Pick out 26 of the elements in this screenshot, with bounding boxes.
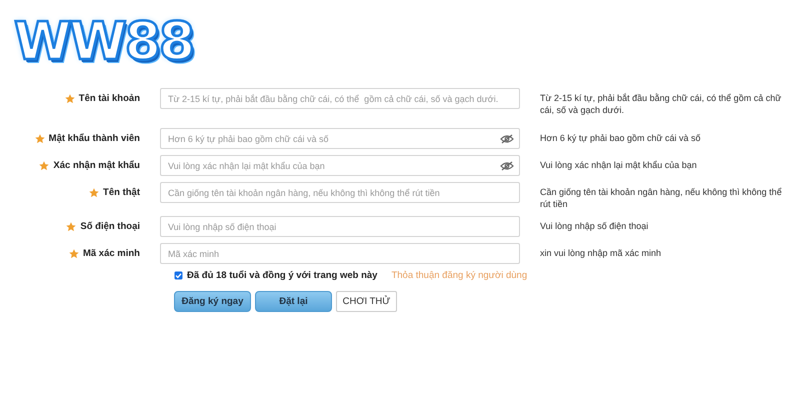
trial-button[interactable]: CHƠI THỬ [336, 291, 397, 312]
input-field[interactable]: Mã xác minh [160, 243, 520, 264]
field-label: Tên thật [103, 187, 140, 198]
password-field[interactable]: Vui lòng xác nhận lại mật khẩu của bạn [160, 155, 520, 176]
input-field[interactable]: Từ 2-15 kí tự, phải bắt đầu bằng chữ cái, có thể gồm cả chữ cái, số và gạch dưới. [160, 88, 520, 109]
agreement-text: Đã đủ 18 tuổi và đồng ý với trang web này [187, 270, 378, 281]
field-label: Số điện thoại [80, 221, 140, 232]
password-field[interactable]: Hơn 6 ký tự phải bao gồm chữ cái và số [160, 128, 520, 149]
hidden-eye-icon[interactable] [500, 134, 514, 144]
field-hint: Vui lòng xác nhận lại mật khẩu của bạn [540, 159, 698, 171]
field-hint: Từ 2-15 kí tự, phải bắt đầu bằng chữ cái, có thể gồm cả chữ cái, số và gạch dưới. [540, 92, 782, 116]
field-hint: xin vui lòng nhập mã xác minh [540, 247, 662, 259]
hidden-eye-icon[interactable] [500, 160, 514, 170]
submit-button[interactable]: Đăng ký ngay [174, 291, 251, 312]
input-field[interactable]: Cần giống tên tài khoản ngân hàng, nếu không thì không thể rút tiền [160, 182, 520, 203]
logo: WW88 [14, 14, 194, 70]
input-field[interactable]: Vui lòng nhập số điện thoại [160, 216, 520, 237]
field-hint: Hơn 6 ký tự phải bao gồm chữ cái và số [540, 132, 702, 144]
field-label: Tên tài khoản [78, 93, 140, 104]
field-hint: Vui lòng nhập số điện thoại [540, 220, 650, 232]
checkbox[interactable] [174, 271, 183, 280]
submit-button[interactable]: Đặt lại [255, 291, 332, 312]
field-label: Xác nhận mật khẩu [53, 160, 140, 171]
field-label: Mã xác minh [82, 248, 140, 259]
field-hint: Cần giống tên tài khoản ngân hàng, nếu không thì không thể rút tiền [540, 186, 783, 210]
field-label: Mật khẩu thành viên [48, 133, 140, 144]
